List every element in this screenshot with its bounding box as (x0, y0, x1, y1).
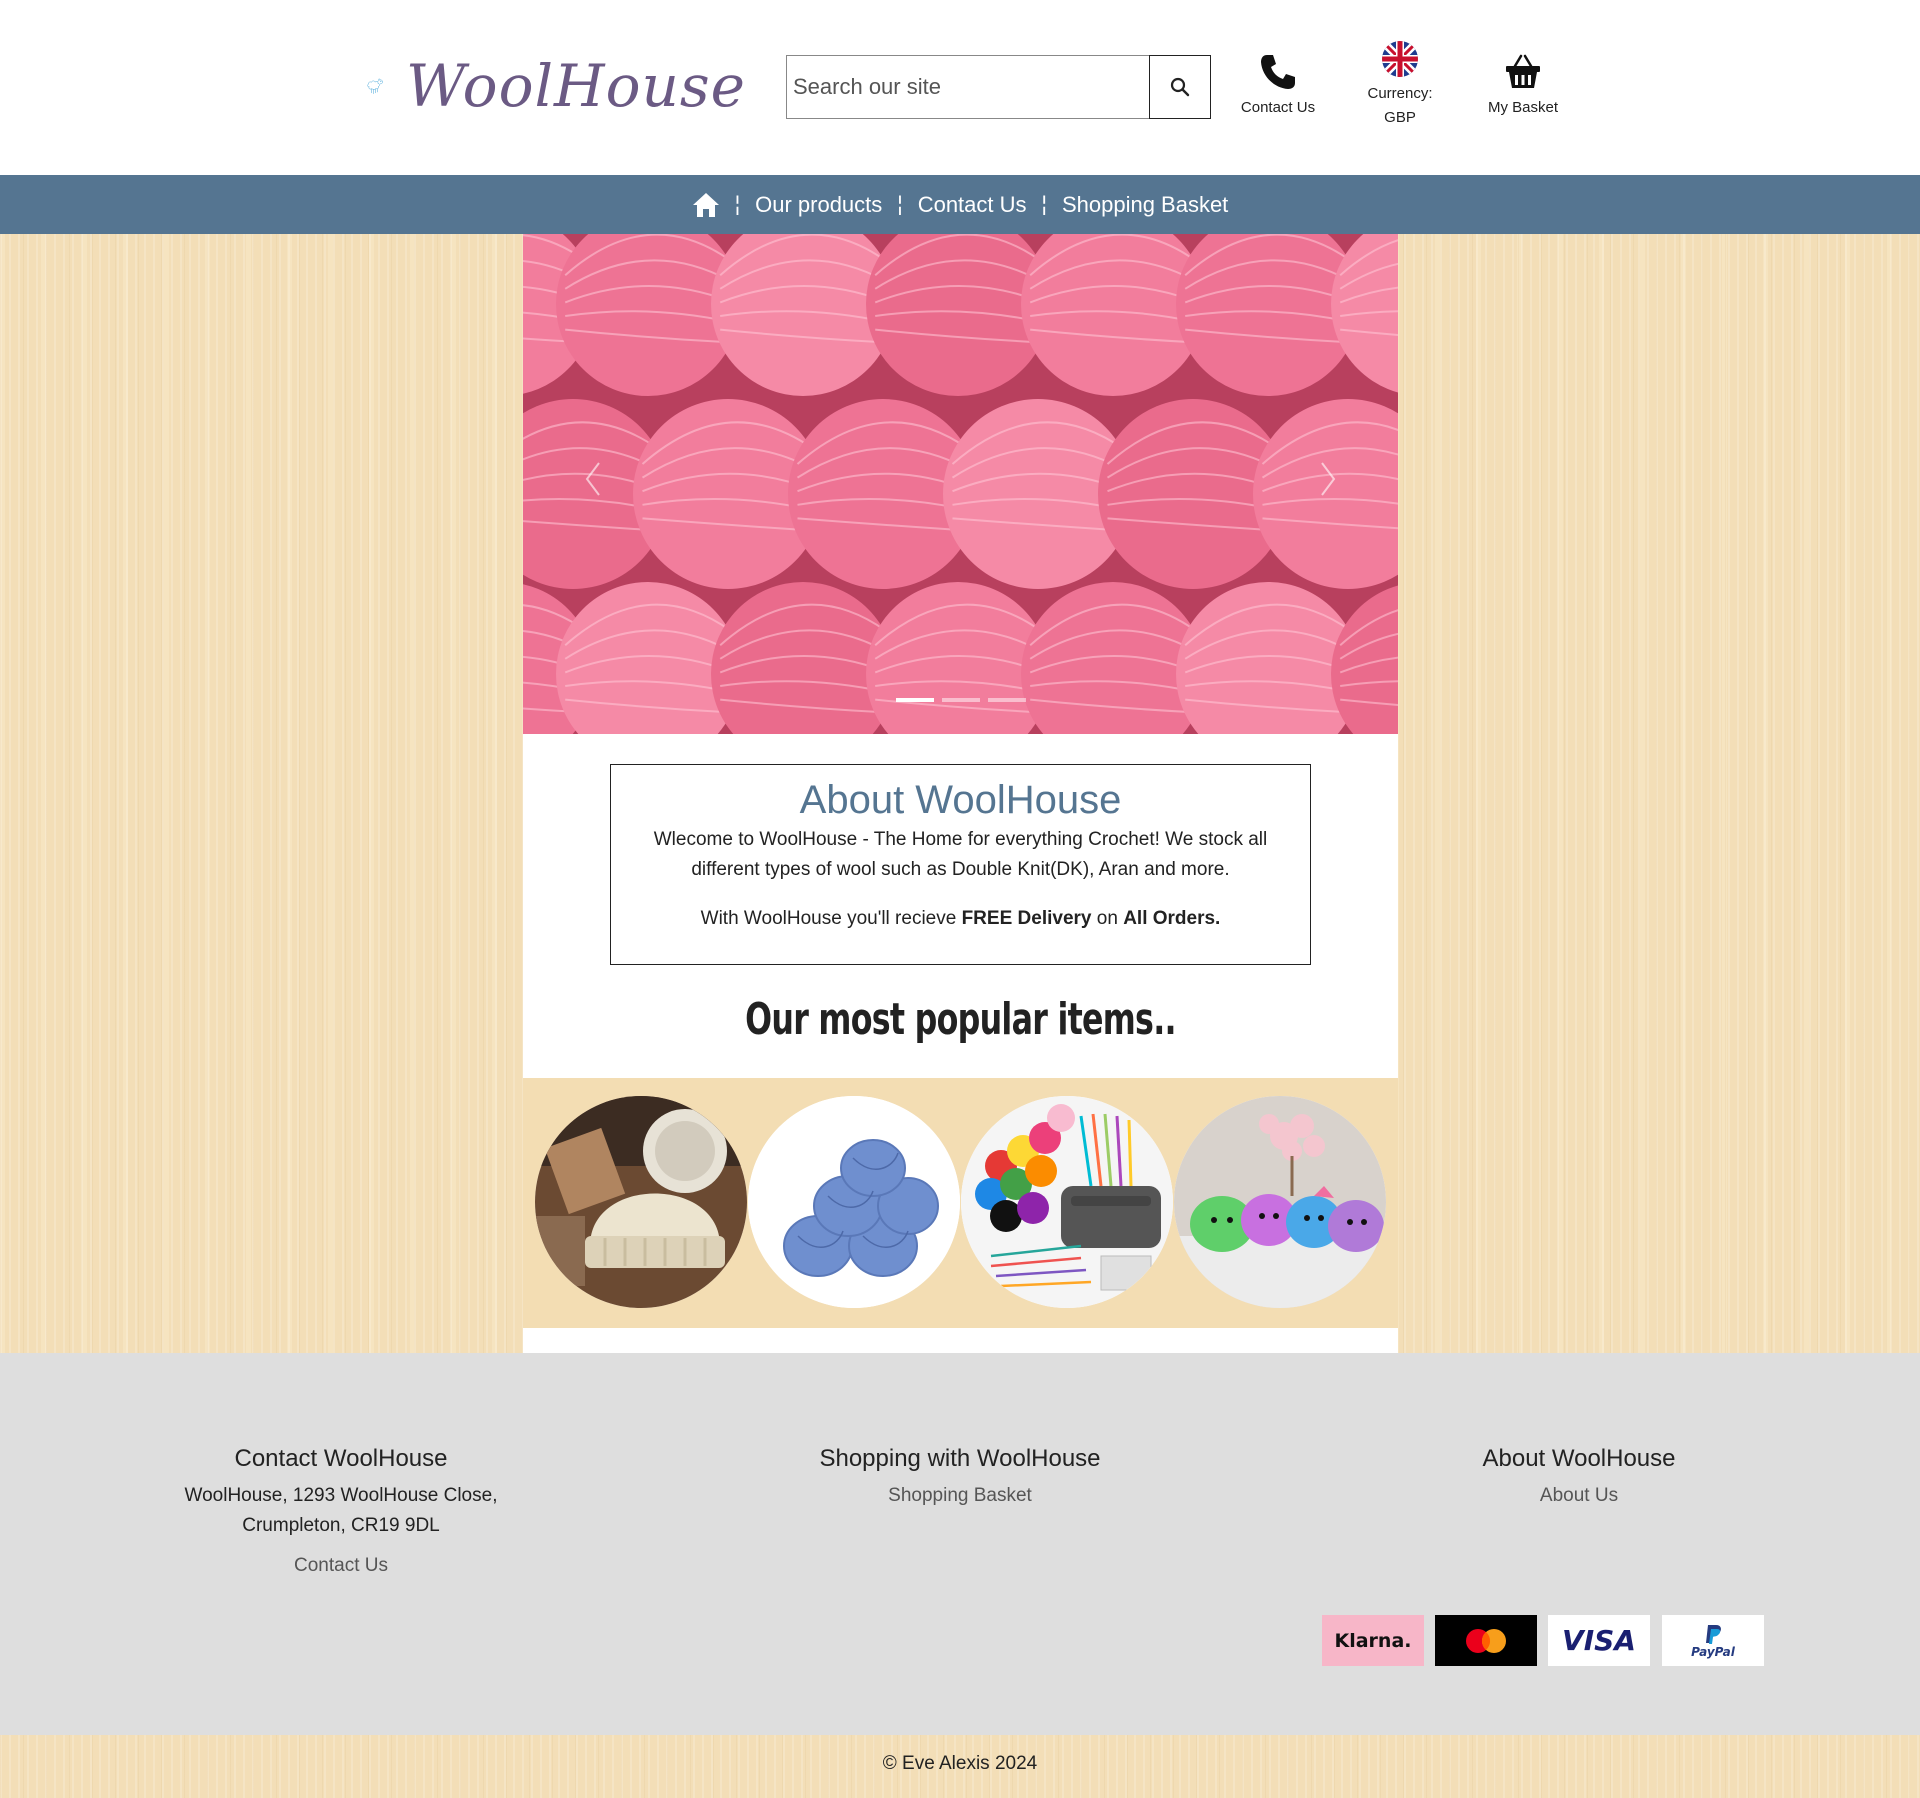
search-bar (786, 55, 1211, 119)
main-nav: ¦ Our products ¦ Contact Us ¦ Shopping B… (0, 175, 1920, 234)
header-contact-link[interactable]: Contact Us (1232, 52, 1324, 120)
contact-label: Contact Us (1240, 99, 1316, 116)
amigurumi-image (1174, 1096, 1386, 1308)
popular-item-beanie[interactable] (535, 1096, 747, 1308)
carousel-indicators (896, 698, 1026, 702)
basket-icon (1506, 54, 1540, 88)
address-line-2: Crumpleton, CR19 9DL (242, 1515, 440, 1536)
carousel-next-button[interactable] (1308, 454, 1348, 504)
hero-carousel[interactable] (523, 234, 1398, 734)
footer-contact-column: Contact WoolHouse WoolHouse, 1293 WoolHo… (81, 1439, 601, 1581)
all-orders-text: All Orders. (1123, 908, 1221, 929)
site-logo[interactable]: WoolHouse (366, 46, 746, 126)
copyright-text: © Eve Alexis 2024 (882, 1753, 1038, 1774)
carousel-indicator[interactable] (942, 698, 980, 702)
footer-contact-title: Contact WoolHouse (234, 1445, 448, 1472)
popular-item-amigurumi[interactable] (1174, 1096, 1386, 1308)
footer-shopping-title: Shopping with WoolHouse (819, 1445, 1101, 1472)
sheep-logo-icon (367, 78, 383, 94)
brand-name: WoolHouse (405, 52, 746, 120)
main-content: About WoolHouse Wlecome to WoolHouse - T… (523, 234, 1398, 1353)
footer-contact-link[interactable]: Contact Us (81, 1551, 601, 1581)
chevron-right-icon (1321, 462, 1336, 496)
klarna-logo: Klarna. (1322, 1615, 1424, 1666)
blue-yarn-image (748, 1096, 960, 1308)
delivery-text: With WoolHouse you'll recieve FREE Deliv… (611, 904, 1310, 934)
visa-text: VISA (1562, 1624, 1636, 1657)
paypal-logo: PayPal (1662, 1615, 1764, 1666)
paypal-icon (1706, 1624, 1721, 1644)
basket-label: My Basket (1487, 99, 1559, 116)
popular-item-blue-yarn[interactable] (748, 1096, 960, 1308)
carousel-prev-button[interactable] (573, 454, 613, 504)
beanie-image (535, 1096, 747, 1308)
about-text: Wlecome to WoolHouse - The Home for ever… (653, 829, 1268, 880)
address-line-1: WoolHouse, 1293 WoolHouse Close, (184, 1485, 498, 1506)
carousel-indicator[interactable] (896, 698, 934, 702)
about-title: About WoolHouse (799, 778, 1122, 822)
search-input[interactable] (786, 55, 1149, 119)
site-footer: Contact WoolHouse WoolHouse, 1293 WoolHo… (0, 1353, 1920, 1735)
popular-title: Our most popular items.. (745, 994, 1176, 1045)
footer-about-title: About WoolHouse (1482, 1445, 1676, 1472)
home-icon (692, 192, 719, 217)
nav-home-link[interactable] (678, 192, 734, 218)
footer-shopping-column: Shopping with WoolHouse Shopping Basket (700, 1439, 1220, 1511)
klarna-text: Klarna. (1334, 1629, 1412, 1652)
footer-basket-link[interactable]: Shopping Basket (700, 1481, 1220, 1511)
uk-flag-icon (1382, 41, 1418, 77)
popular-items (523, 1078, 1398, 1328)
delivery-mid: on (1091, 908, 1124, 929)
footer-address: WoolHouse, 1293 WoolHouse Close, Crumple… (81, 1481, 601, 1541)
site-header: WoolHouse Contact Us (0, 0, 1920, 175)
footer-about-link[interactable]: About Us (1319, 1481, 1839, 1511)
carousel-indicator[interactable] (988, 698, 1026, 702)
currency-label: Currency: (1367, 85, 1433, 102)
search-icon (1170, 77, 1190, 97)
nav-separator: ¦ (896, 192, 904, 217)
yarn-slide-image (523, 234, 1398, 734)
header-basket-link[interactable]: My Basket (1478, 52, 1568, 120)
delivery-prefix: With WoolHouse you'll recieve (700, 908, 962, 929)
chevron-left-icon (585, 462, 600, 496)
nav-contact-us[interactable]: Contact Us (904, 192, 1041, 218)
popular-item-crochet-kit[interactable] (961, 1096, 1173, 1308)
mastercard-logo (1435, 1615, 1537, 1666)
copyright-bar: © Eve Alexis 2024 (0, 1735, 1920, 1798)
phone-icon (1261, 55, 1295, 89)
nav-our-products[interactable]: Our products (741, 192, 896, 218)
paypal-text: PayPal (1691, 1644, 1735, 1659)
nav-separator: ¦ (1040, 192, 1048, 217)
nav-shopping-basket[interactable]: Shopping Basket (1048, 192, 1242, 218)
crochet-kit-image (961, 1096, 1173, 1308)
about-section: About WoolHouse Wlecome to WoolHouse - T… (610, 764, 1311, 965)
nav-separator: ¦ (733, 192, 742, 217)
mastercard-icon (1466, 1628, 1506, 1653)
visa-logo: VISA (1548, 1615, 1650, 1666)
currency-selector[interactable]: Currency: GBP (1362, 40, 1438, 130)
free-delivery-text: FREE Delivery (961, 908, 1092, 929)
footer-about-column: About WoolHouse About Us (1319, 1439, 1839, 1511)
currency-value: GBP (1384, 109, 1416, 126)
search-button[interactable] (1149, 55, 1211, 119)
